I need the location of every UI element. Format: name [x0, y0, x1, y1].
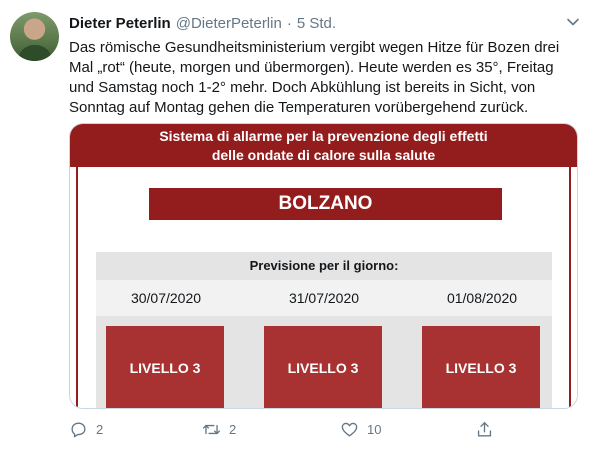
alert-level-box: LIVELLO 3	[422, 326, 540, 408]
share-icon	[477, 422, 492, 437]
forecast-label: Previsione per il giorno:	[249, 258, 399, 273]
chevron-down-icon[interactable]	[566, 15, 580, 29]
forecast-date: 01/08/2020	[446, 290, 518, 306]
heart-icon	[341, 422, 358, 437]
author-name[interactable]: Dieter Peterlin	[69, 15, 171, 32]
retweet-button[interactable]: 2	[202, 420, 236, 439]
tweet-timestamp[interactable]: 5 Std.	[297, 15, 336, 32]
tweet-text: Das römische Gesundheitsministerium verg…	[69, 38, 589, 118]
tweet-text-line: Mal „rot“ (heute, morgen und übermorgen)…	[69, 59, 554, 76]
tweet-header: Dieter Peterlin @DieterPeterlin · 5 Std.	[69, 12, 336, 34]
forecast-date: 30/07/2020	[130, 290, 202, 306]
share-button[interactable]	[475, 420, 502, 439]
avatar-shirt	[18, 45, 52, 61]
forecast-panel: Previsione per il giorno: 30/07/2020 31/…	[96, 252, 552, 408]
tweet[interactable]: Dieter Peterlin @DieterPeterlin · 5 Std.…	[0, 0, 598, 451]
frame-left	[70, 167, 78, 408]
reply-icon	[71, 422, 86, 438]
tweet-actions: 2 2 10	[69, 420, 589, 442]
frame-right	[569, 167, 577, 408]
tweet-text-line: Das römische Gesundheitsministerium verg…	[69, 39, 560, 56]
alert-level-box: LIVELLO 3	[264, 326, 382, 408]
city-label: BOLZANO	[149, 188, 502, 220]
banner-line: Sistema di allarme per la prevenzione de…	[159, 128, 488, 144]
forecast-date: 31/07/2020	[288, 290, 360, 306]
like-count: 10	[367, 422, 382, 437]
tweet-text-line: Sonntag auf Montag gehen die Temperature…	[69, 99, 529, 116]
like-button[interactable]: 10	[340, 420, 381, 439]
alert-level-box: LIVELLO 3	[106, 326, 224, 408]
tweet-media-image[interactable]: Sistema di allarme per la prevenzione de…	[69, 123, 578, 409]
retweet-icon	[202, 424, 221, 435]
heat-alert-banner: Sistema di allarme per la prevenzione de…	[70, 124, 577, 167]
header-separator: ·	[286, 14, 292, 32]
reply-button[interactable]: 2	[69, 420, 103, 439]
retweet-count: 2	[229, 422, 237, 437]
tweet-text-line: und Samstag noch 1-2° mehr. Doch Abkühlu…	[69, 79, 536, 96]
avatar[interactable]	[10, 12, 59, 61]
banner-line: delle ondate di calore sulla salute	[211, 147, 436, 163]
author-handle[interactable]: @DieterPeterlin	[176, 15, 282, 32]
reply-count: 2	[96, 422, 104, 437]
forecast-dates-row: 30/07/2020 31/07/2020 01/08/2020	[96, 280, 552, 316]
